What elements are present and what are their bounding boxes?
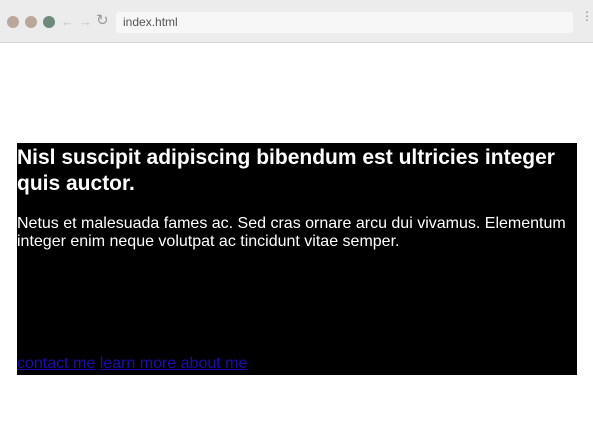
reload-icon[interactable]: ↻ <box>96 13 109 29</box>
forward-arrow-icon[interactable]: → <box>79 14 92 30</box>
minimize-window-icon[interactable] <box>25 16 37 28</box>
hero-title: Nisl suscipit adipiscing bibendum est ul… <box>17 146 555 195</box>
menu-dots-icon[interactable]: ⋮ <box>581 10 593 22</box>
maximize-window-icon[interactable] <box>43 16 55 28</box>
hero-section: Nisl suscipit adipiscing bibendum est ul… <box>17 143 577 375</box>
address-bar[interactable]: index.html <box>116 12 573 33</box>
back-arrow-icon[interactable]: ← <box>61 14 74 30</box>
hero-links: contact me learn more about me <box>17 355 247 373</box>
learn-more-link[interactable]: learn more about me <box>100 355 248 372</box>
contact-me-link[interactable]: contact me <box>17 355 95 372</box>
close-window-icon[interactable] <box>7 16 19 28</box>
browser-toolbar: ← → ↻ index.html ⋮ <box>0 0 593 43</box>
hero-description: Netus et malesuada fames ac. Sed cras or… <box>17 215 566 250</box>
